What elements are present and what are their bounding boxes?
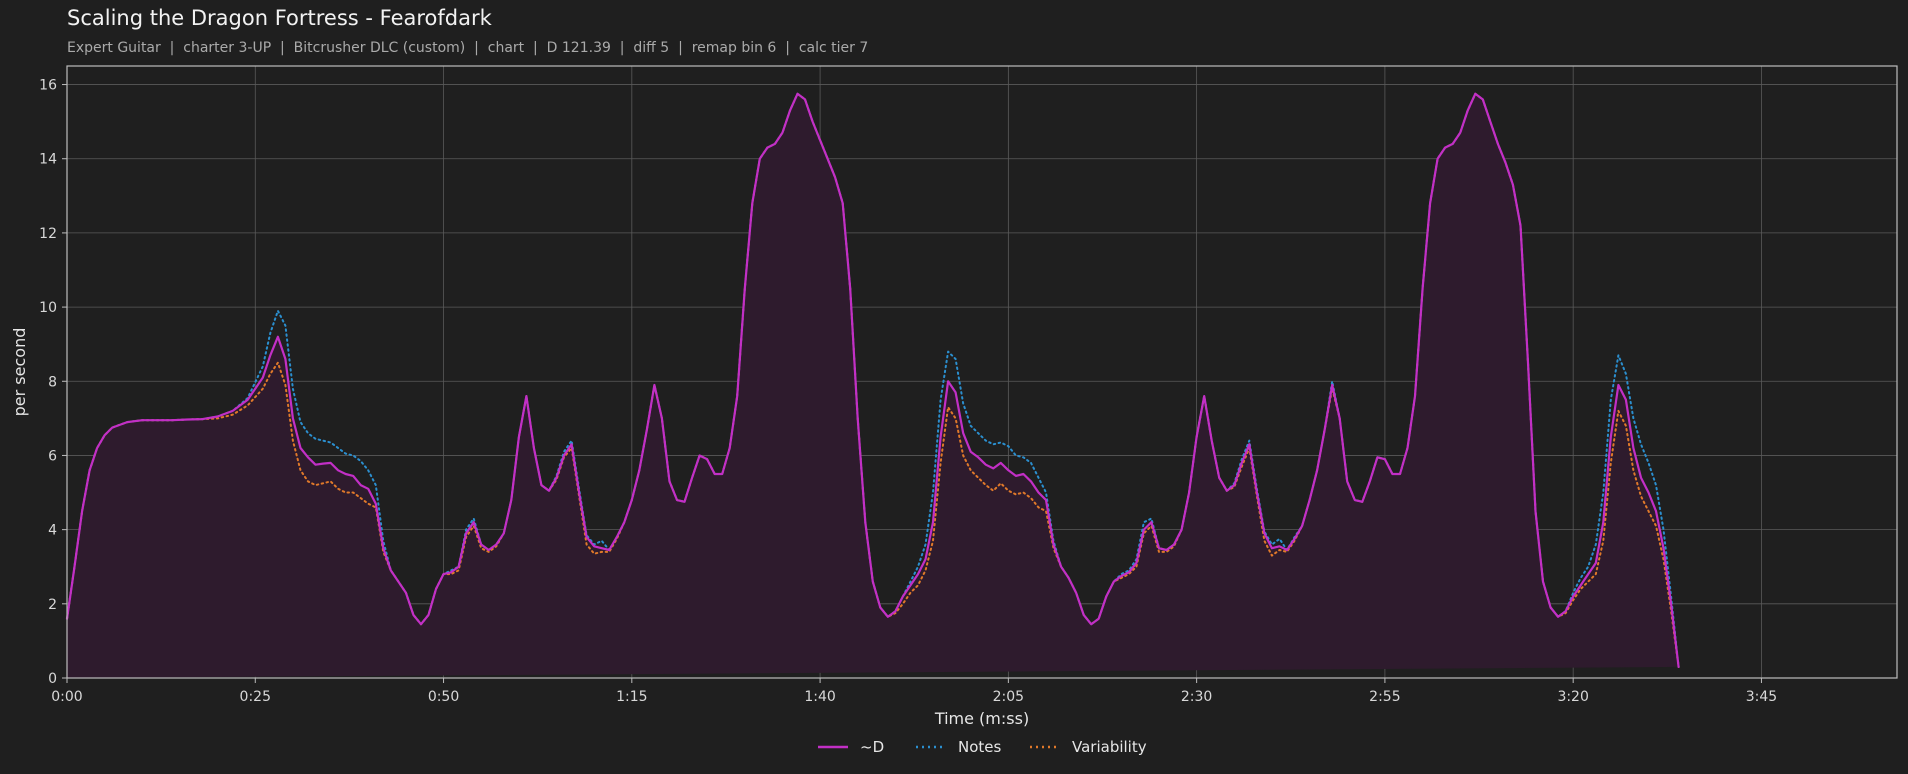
line-chart: 0:00 0:25 0:50 1:15 1:40 2:05 2:30 2:55 3:20 3:45… xyxy=(10,65,1898,756)
legend-label: Variability xyxy=(1072,738,1147,756)
d-area-fill xyxy=(67,93,1679,679)
x-tick-label: 2:05 xyxy=(993,689,1024,705)
x-tick-label: 1:40 xyxy=(804,689,835,705)
legend-label: Notes xyxy=(958,738,1002,756)
y-tick-label: 8 xyxy=(48,374,57,390)
legend-item: Notes xyxy=(916,738,1002,756)
x-tick-label: 0:50 xyxy=(428,689,459,705)
y-tick-label: 12 xyxy=(39,226,57,242)
legend: ~D Notes Variability xyxy=(818,738,1147,756)
y-tick-label: 14 xyxy=(39,152,57,168)
x-tick-label: 2:55 xyxy=(1369,689,1400,705)
x-tick-label: 3:45 xyxy=(1746,689,1777,705)
y-axis-ticks: 0 2 4 6 8 10 12 14 16 xyxy=(39,78,67,687)
x-tick-label: 0:25 xyxy=(240,689,271,705)
legend-item: Variability xyxy=(1030,738,1147,756)
x-tick-label: 0:00 xyxy=(51,689,82,705)
y-tick-label: 16 xyxy=(39,78,57,94)
x-tick-label: 1:15 xyxy=(616,689,647,705)
area-layer xyxy=(67,93,1679,679)
x-axis-ticks: 0:00 0:25 0:50 1:15 1:40 2:05 2:30 2:55 3:20 3:45 xyxy=(51,678,1777,705)
legend-label: ~D xyxy=(860,738,884,756)
y-tick-label: 4 xyxy=(48,523,57,539)
y-tick-label: 6 xyxy=(48,448,57,464)
y-tick-label: 2 xyxy=(48,597,57,613)
y-tick-label: 10 xyxy=(39,300,57,316)
y-axis-label: per second xyxy=(10,328,29,417)
x-axis-label: Time (m:ss) xyxy=(934,709,1029,728)
x-tick-label: 2:30 xyxy=(1181,689,1212,705)
x-tick-label: 3:20 xyxy=(1557,689,1588,705)
legend-item: ~D xyxy=(818,738,884,756)
y-tick-label: 0 xyxy=(48,671,57,687)
